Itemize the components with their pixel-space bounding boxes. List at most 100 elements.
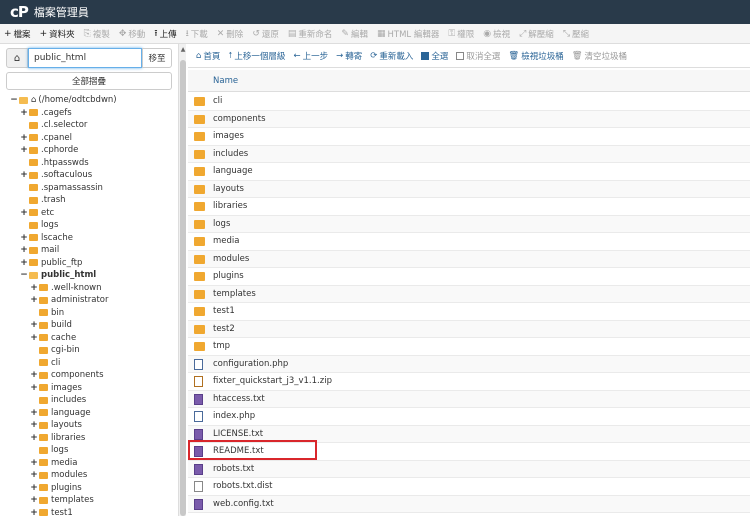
restore-button[interactable]: ↺ 還原 — [252, 28, 279, 40]
tree-item[interactable]: + .softaculous — [20, 169, 92, 182]
table-row[interactable]: modules — [188, 250, 750, 268]
tree-item[interactable]: .trash — [20, 194, 66, 207]
view-button[interactable]: ◉ 檢視 — [483, 28, 510, 40]
expand-icon[interactable]: + — [30, 470, 38, 480]
table-row[interactable]: media — [188, 233, 750, 251]
tree-item[interactable]: logs — [20, 219, 58, 232]
table-row[interactable]: libraries — [188, 198, 750, 216]
home-nav-button[interactable]: ⌂ 首頁 — [196, 50, 220, 62]
table-row[interactable]: htaccess.txt — [188, 390, 750, 408]
new-file-button[interactable]: + 檔案 — [4, 28, 31, 40]
tree-item[interactable]: + lscache — [20, 232, 73, 245]
table-row[interactable]: components — [188, 110, 750, 128]
tree-item[interactable]: bin — [30, 307, 64, 320]
tree-item[interactable]: − public_html — [20, 269, 96, 282]
permissions-button[interactable]: ⚿ 權限 — [448, 28, 474, 40]
table-row[interactable]: language — [188, 163, 750, 181]
table-row[interactable]: configuration.php — [188, 355, 750, 373]
select-all-button[interactable]: 全選 — [421, 50, 448, 62]
path-input[interactable] — [28, 48, 142, 68]
cpanel-logo[interactable]: cP — [10, 3, 29, 21]
tree-item[interactable]: + language — [30, 407, 90, 420]
tree-item[interactable]: + .cpanel — [20, 132, 72, 145]
table-row[interactable]: index.php — [188, 408, 750, 426]
expand-icon[interactable]: + — [20, 208, 28, 218]
tree-item[interactable]: + plugins — [30, 482, 82, 495]
expand-icon[interactable]: + — [20, 108, 28, 118]
expand-icon[interactable]: + — [20, 145, 28, 155]
tree-item[interactable]: + modules — [30, 469, 87, 482]
scroll-up-arrow-icon[interactable]: ▲ — [179, 46, 187, 53]
tree-item[interactable]: .spamassassin — [20, 182, 103, 195]
move-button[interactable]: ✥ 移動 — [119, 28, 146, 40]
tree-item[interactable]: + layouts — [30, 419, 82, 432]
collapse-all-button[interactable]: 全部摺疊 — [6, 72, 172, 90]
expand-icon[interactable]: + — [30, 483, 38, 493]
empty-trash-button[interactable]: 🗑 清空垃圾桶 — [572, 50, 627, 62]
tree-item[interactable]: + .cphorde — [20, 144, 78, 157]
edit-button[interactable]: ✎ 編輯 — [341, 28, 368, 40]
name-column-header[interactable]: Name — [213, 76, 238, 86]
expand-icon[interactable]: + — [20, 245, 28, 255]
html-editor-button[interactable]: ▦ HTML 編輯器 — [377, 28, 439, 40]
tree-item[interactable]: + images — [30, 382, 82, 395]
home-icon[interactable]: ⌂ — [6, 48, 28, 68]
expand-icon[interactable]: + — [30, 420, 38, 430]
table-row[interactable]: web.config.txt — [188, 495, 750, 513]
table-row[interactable]: robots.txt — [188, 460, 750, 478]
tree-item[interactable]: .cl.selector — [20, 119, 87, 132]
download-button[interactable]: ⭳ 下載 — [186, 26, 208, 42]
tree-item[interactable]: + cache — [30, 332, 76, 345]
expand-icon[interactable]: + — [30, 370, 38, 380]
tree-item[interactable]: + templates — [30, 494, 94, 507]
table-row[interactable]: logs — [188, 215, 750, 233]
table-row[interactable]: tmp — [188, 338, 750, 356]
expand-icon[interactable]: + — [30, 495, 38, 505]
tree-item[interactable]: − ⌂ (/home/odtcbdwn) — [10, 94, 116, 107]
expand-icon[interactable]: + — [30, 458, 38, 468]
table-row[interactable]: test2 — [188, 320, 750, 338]
upload-button[interactable]: ⭱ 上傳 — [154, 26, 176, 42]
tree-item[interactable]: cli — [30, 357, 60, 370]
tree-item[interactable]: + etc — [20, 207, 54, 220]
collapse-icon[interactable]: − — [10, 95, 18, 105]
expand-icon[interactable]: + — [20, 233, 28, 243]
table-row[interactable]: images — [188, 128, 750, 146]
tree-item[interactable]: + media — [30, 457, 77, 470]
go-button[interactable]: 移至 — [142, 48, 172, 68]
table-row[interactable]: cli — [188, 93, 750, 111]
table-row[interactable]: robots.txt.dist — [188, 478, 750, 496]
tree-item[interactable]: + build — [30, 319, 72, 332]
table-row[interactable]: plugins — [188, 268, 750, 286]
expand-icon[interactable]: + — [20, 258, 28, 268]
tree-item[interactable]: logs — [30, 444, 68, 457]
up-level-button[interactable]: ⭡ 上移一個層級 — [228, 50, 285, 62]
tree-item[interactable]: + libraries — [30, 432, 85, 445]
table-row[interactable]: layouts — [188, 180, 750, 198]
tree-item[interactable]: + administrator — [30, 294, 108, 307]
table-row[interactable]: fixter_quickstart_j3_v1.1.zip — [188, 373, 750, 391]
expand-icon[interactable]: + — [30, 295, 38, 305]
expand-icon[interactable]: + — [30, 508, 38, 516]
scrollbar-thumb[interactable] — [180, 60, 186, 516]
tree-item[interactable]: cgi-bin — [30, 344, 80, 357]
collapse-icon[interactable]: − — [20, 270, 28, 280]
forward-button[interactable]: → 轉寄 — [336, 50, 362, 62]
expand-icon[interactable]: + — [20, 170, 28, 180]
expand-icon[interactable]: + — [30, 320, 38, 330]
back-button[interactable]: ← 上一步 — [293, 50, 328, 62]
tree-item[interactable]: includes — [30, 394, 86, 407]
expand-icon[interactable]: + — [30, 333, 38, 343]
expand-icon[interactable]: + — [30, 283, 38, 293]
left-scrollbar[interactable]: ▲ — [178, 44, 186, 516]
expand-icon[interactable]: + — [20, 133, 28, 143]
delete-button[interactable]: ✕ 刪除 — [217, 28, 244, 40]
tree-item[interactable]: + mail — [20, 244, 59, 257]
extract-button[interactable]: ⤢ 解壓縮 — [519, 28, 554, 40]
view-trash-button[interactable]: 🗑 檢視垃圾桶 — [508, 50, 563, 62]
compress-button[interactable]: ⤡ 壓縮 — [563, 28, 589, 40]
table-row[interactable]: test1 — [188, 303, 750, 321]
tree-item[interactable]: + components — [30, 369, 103, 382]
copy-button[interactable]: ⎘ 複製 — [84, 28, 110, 40]
deselect-all-button[interactable]: 取消全選 — [456, 50, 500, 62]
